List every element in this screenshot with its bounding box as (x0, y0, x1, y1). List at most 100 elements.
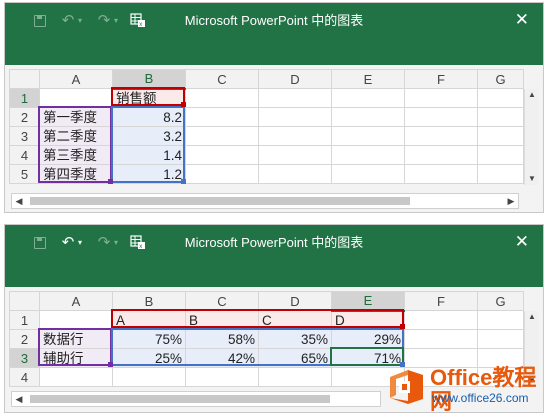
cell[interactable] (404, 88, 478, 108)
row-header[interactable]: 4 (9, 367, 40, 387)
cell[interactable] (258, 145, 332, 165)
worksheet-grid[interactable]: A B C D E F G 1 销售额 2 第一季度 8.2 3 第二季度 3.2 4 第三季度 1.4 5 第四季度… (9, 69, 524, 184)
vertical-scrollbar[interactable]: ▲ ▼ (524, 89, 539, 185)
cell[interactable] (477, 329, 524, 349)
cell[interactable] (185, 145, 259, 165)
cell[interactable] (258, 164, 332, 184)
row-header[interactable]: 1 (9, 310, 40, 330)
cell[interactable]: 数据行 (39, 329, 113, 349)
cell[interactable]: 第三季度 (39, 145, 113, 165)
cell[interactable] (404, 329, 478, 349)
cell[interactable]: 3.2 (112, 126, 186, 146)
cell[interactable]: 1.4 (112, 145, 186, 165)
scroll-right-arrow-icon[interactable]: ▶ (504, 194, 518, 208)
cell[interactable] (185, 88, 259, 108)
column-header-b[interactable]: B (112, 69, 186, 90)
cell[interactable] (477, 145, 524, 165)
horizontal-scrollbar[interactable]: ◀ ▶ (11, 193, 519, 209)
column-header-b[interactable]: B (112, 291, 186, 311)
column-header-c[interactable]: C (185, 69, 259, 89)
cell[interactable] (404, 145, 478, 165)
resize-handle[interactable] (181, 102, 186, 107)
cell[interactable] (331, 88, 405, 108)
cell[interactable] (185, 367, 259, 387)
cell[interactable] (258, 107, 332, 127)
resize-handle[interactable] (108, 362, 113, 367)
scroll-thumb[interactable] (30, 197, 410, 205)
cell[interactable] (404, 107, 478, 127)
column-header-d[interactable]: D (258, 291, 332, 311)
row-header[interactable]: 2 (9, 329, 40, 349)
column-header-d[interactable]: D (258, 69, 332, 89)
scroll-down-arrow-icon[interactable]: ▼ (525, 173, 539, 185)
cell[interactable]: 8.2 (112, 107, 186, 127)
cell[interactable] (404, 310, 478, 330)
cell[interactable] (39, 88, 113, 108)
resize-handle[interactable] (108, 179, 113, 184)
cell[interactable]: A (112, 310, 186, 330)
row-header[interactable]: 3 (9, 348, 40, 368)
row-header[interactable]: 4 (9, 145, 40, 165)
cell[interactable] (477, 164, 524, 184)
cell[interactable] (185, 126, 259, 146)
cell[interactable] (185, 107, 259, 127)
cell[interactable] (477, 88, 524, 108)
cell[interactable] (477, 107, 524, 127)
cell[interactable]: 25% (112, 348, 186, 368)
row-header[interactable]: 1 (9, 88, 40, 108)
close-icon[interactable]: ✕ (515, 11, 529, 29)
cell[interactable]: 65% (258, 348, 332, 368)
cell[interactable]: 29% (331, 329, 405, 349)
column-header-f[interactable]: F (404, 69, 478, 89)
column-header-g[interactable]: G (477, 69, 524, 89)
cell[interactable]: 第二季度 (39, 126, 113, 146)
cell[interactable]: B (185, 310, 259, 330)
cell[interactable]: 35% (258, 329, 332, 349)
cell[interactable]: 第四季度 (39, 164, 113, 184)
cell[interactable] (185, 164, 259, 184)
row-header[interactable]: 5 (9, 164, 40, 184)
scroll-left-arrow-icon[interactable]: ◀ (12, 392, 26, 406)
scroll-thumb[interactable] (30, 395, 330, 403)
cell[interactable] (404, 126, 478, 146)
cell[interactable]: 58% (185, 329, 259, 349)
cell[interactable]: 辅助行 (39, 348, 113, 368)
cell[interactable]: 75% (112, 329, 186, 349)
cell[interactable] (331, 145, 405, 165)
horizontal-scrollbar[interactable]: ◀ (11, 391, 381, 407)
row-header[interactable]: 3 (9, 126, 40, 146)
select-all-corner[interactable] (9, 69, 40, 89)
cell[interactable]: 第一季度 (39, 107, 113, 127)
cell[interactable] (331, 107, 405, 127)
cell[interactable] (39, 367, 113, 387)
column-header-g[interactable]: G (477, 291, 524, 311)
cell[interactable] (258, 126, 332, 146)
resize-handle[interactable] (181, 179, 186, 184)
cell[interactable]: C (258, 310, 332, 330)
column-header-a[interactable]: A (39, 291, 113, 311)
column-header-a[interactable]: A (39, 69, 113, 89)
resize-handle[interactable] (400, 324, 405, 329)
row-header[interactable]: 2 (9, 107, 40, 127)
cell[interactable] (258, 367, 332, 387)
column-header-e[interactable]: E (331, 69, 405, 89)
cell[interactable] (112, 367, 186, 387)
column-header-e[interactable]: E (331, 291, 405, 312)
cell[interactable] (477, 126, 524, 146)
cell[interactable]: 1.2 (112, 164, 186, 184)
scroll-left-arrow-icon[interactable]: ◀ (12, 194, 26, 208)
scroll-up-arrow-icon[interactable]: ▲ (525, 311, 539, 323)
cell[interactable] (477, 310, 524, 330)
cell[interactable] (331, 126, 405, 146)
cell[interactable] (404, 164, 478, 184)
close-icon[interactable]: ✕ (515, 233, 529, 251)
cell[interactable] (39, 310, 113, 330)
scroll-up-arrow-icon[interactable]: ▲ (525, 89, 539, 101)
cell[interactable] (258, 88, 332, 108)
column-header-f[interactable]: F (404, 291, 478, 311)
cell[interactable]: 42% (185, 348, 259, 368)
column-header-c[interactable]: C (185, 291, 259, 311)
cell[interactable] (331, 164, 405, 184)
cell[interactable]: 销售额 (112, 88, 186, 108)
select-all-corner[interactable] (9, 291, 40, 311)
